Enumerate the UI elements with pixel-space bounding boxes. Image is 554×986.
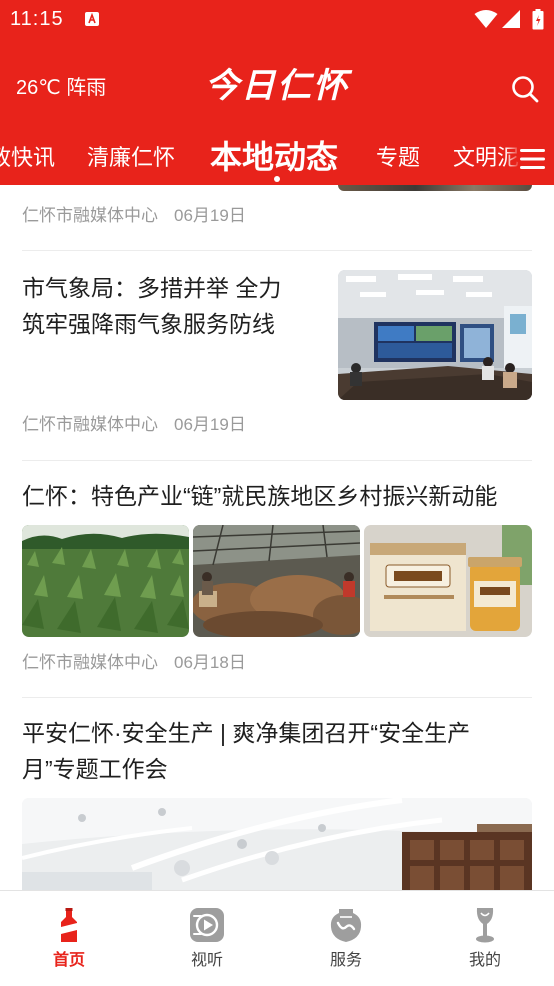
article-thumbnail[interactable] xyxy=(338,185,532,191)
channel-tab-bar: 政快讯 清廉仁怀 本地动态 专题 文明泥 xyxy=(0,135,554,185)
profile-goblet-icon xyxy=(476,908,494,943)
article-date: 06月19日 xyxy=(174,206,246,225)
tab-clean-renhuai[interactable]: 清廉仁怀 xyxy=(87,145,175,171)
wifi-icon xyxy=(474,10,498,28)
article-title[interactable]: 平安仁怀·安全生产 | 爽净集团召开“安全生产月”专题工作会 xyxy=(22,715,522,787)
tab-local-news[interactable]: 本地动态 xyxy=(210,138,338,176)
article-meta: 仁怀市融媒体中心 06月19日 xyxy=(22,206,246,226)
article-date: 06月18日 xyxy=(174,653,246,672)
menu-icon[interactable] xyxy=(520,148,545,170)
divider xyxy=(22,250,532,251)
article-meta: 仁怀市融媒体中心 06月19日 xyxy=(22,415,246,435)
article-cover-image[interactable] xyxy=(22,798,532,890)
bottom-navigation: 首页 视听 服务 我的 xyxy=(0,890,554,985)
search-icon[interactable] xyxy=(510,74,540,104)
article-title[interactable]: 市气象局：多措并举 全力筑牢强降雨气象服务防线 xyxy=(22,270,298,342)
article-source: 仁怀市融媒体中心 xyxy=(22,415,158,434)
active-tab-indicator xyxy=(274,176,280,182)
article-image-honey-product[interactable] xyxy=(364,525,532,637)
nav-video-label: 视听 xyxy=(190,952,223,969)
article-thumbnail[interactable] xyxy=(338,270,532,400)
app-notification-icon xyxy=(85,12,99,26)
nav-profile[interactable]: 我的 xyxy=(416,891,554,986)
app-header: 26℃ 阵雨 今日仁怀 xyxy=(0,38,554,135)
article-image-mushroom-shed[interactable] xyxy=(193,525,360,637)
service-jar-icon xyxy=(330,909,362,942)
channel-menu-button[interactable] xyxy=(505,135,554,185)
nav-home[interactable]: 首页 xyxy=(0,891,138,986)
video-icon xyxy=(190,908,224,942)
battery-icon xyxy=(532,9,544,30)
article-source: 仁怀市融媒体中心 xyxy=(22,653,158,672)
home-bottle-icon xyxy=(61,908,77,942)
nav-service[interactable]: 服务 xyxy=(277,891,415,986)
nav-home-label: 首页 xyxy=(52,952,85,969)
status-bar: 11:15 xyxy=(0,0,554,38)
status-time: 11:15 xyxy=(10,8,64,30)
nav-profile-label: 我的 xyxy=(468,952,501,969)
nav-service-label: 服务 xyxy=(329,952,362,969)
nav-video[interactable]: 视听 xyxy=(138,891,276,986)
divider xyxy=(22,460,532,461)
article-date: 06月19日 xyxy=(174,415,246,434)
cellular-signal-icon xyxy=(502,10,520,28)
app-logo: 今日仁怀 xyxy=(205,66,349,106)
weather-info[interactable]: 26℃ 阵雨 xyxy=(16,76,106,100)
article-meta: 仁怀市融媒体中心 06月18日 xyxy=(22,653,246,673)
tab-topics[interactable]: 专题 xyxy=(376,145,420,171)
article-title[interactable]: 仁怀：特色产业“链”就民族地区乡村振兴新动能 xyxy=(22,478,532,514)
article-source: 仁怀市融媒体中心 xyxy=(22,206,158,225)
article-image-field[interactable] xyxy=(22,525,189,637)
tab-news-flash[interactable]: 政快讯 xyxy=(0,145,55,171)
divider xyxy=(22,697,532,698)
